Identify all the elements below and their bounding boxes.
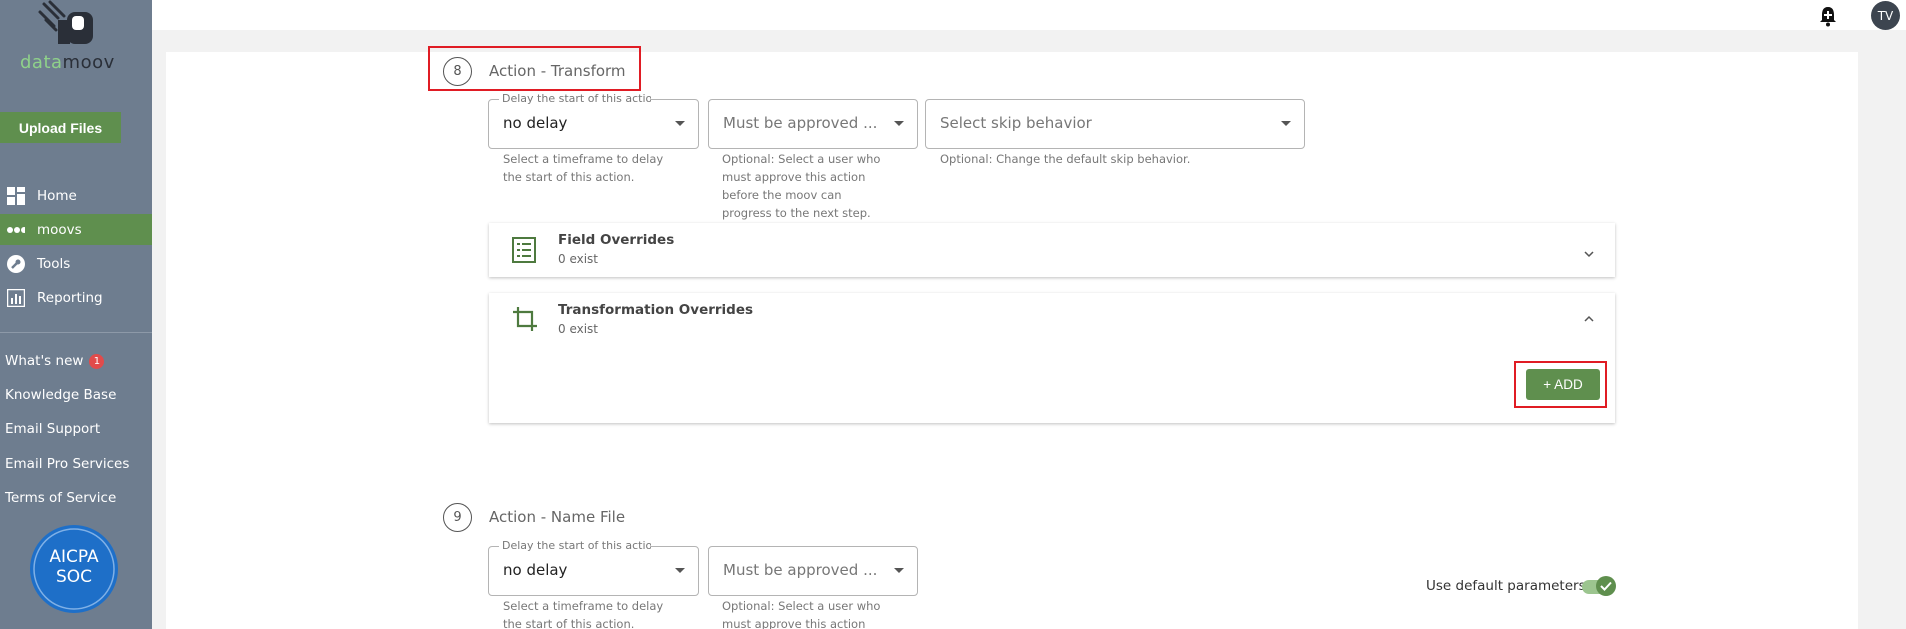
- panel-count: 0 exist: [558, 322, 599, 336]
- sidebar-item-label: Reporting: [37, 289, 103, 306]
- skip-placeholder: Select skip behavior: [940, 114, 1092, 132]
- help-line: the start of this action.: [503, 170, 635, 184]
- chevron-down-icon: [675, 121, 685, 126]
- panel-title: Field Overrides: [558, 232, 675, 248]
- delay-help-8: Select a timeframe to delay the start of…: [503, 150, 663, 186]
- approver-placeholder: Must be approved ...: [723, 114, 878, 132]
- sidebar-item-label: Home: [37, 187, 77, 204]
- help-line: must approve this action: [722, 170, 866, 184]
- sidebar-item-home[interactable]: Home: [0, 180, 152, 211]
- delay-value: no delay: [503, 114, 568, 132]
- top-bar: [152, 0, 1906, 30]
- highlight-box-add: [1514, 361, 1607, 408]
- email-pro-services-link[interactable]: Email Pro Services: [5, 456, 129, 472]
- home-grid-icon: [7, 186, 25, 205]
- notification-badge: 1: [89, 354, 105, 369]
- chevron-down-icon: [1281, 121, 1291, 126]
- delay-legend: Delay the start of this action: [499, 92, 651, 105]
- help-line: Optional: Select a user who: [722, 599, 881, 613]
- chevron-down-icon: [894, 568, 904, 573]
- step-title-9: Action - Name File: [489, 508, 626, 526]
- help-line: before the moov can: [722, 188, 842, 202]
- toggle-check-icon[interactable]: [1596, 576, 1616, 596]
- sidebar-item-reporting[interactable]: Reporting: [0, 282, 152, 313]
- skip-help-8: Optional: Change the default skip behavi…: [940, 152, 1191, 166]
- delay-select-8[interactable]: Delay the start of this action no delay: [488, 92, 699, 149]
- soc-line1: AICPA: [49, 547, 99, 567]
- help-line: Select a timeframe to delay: [503, 599, 664, 613]
- sidebar-item-tools[interactable]: Tools: [0, 248, 152, 279]
- chevron-up-icon[interactable]: [1583, 310, 1595, 322]
- delay-value: no delay: [503, 561, 568, 579]
- whats-new-link[interactable]: What's new 1: [5, 353, 105, 369]
- sidebar-item-label: moovs: [37, 221, 82, 238]
- transformation-overrides-panel: Transformation Overrides 0 exist: [489, 293, 1615, 423]
- delay-legend: Delay the start of this action: [499, 539, 651, 552]
- chevron-down-icon[interactable]: [1583, 245, 1595, 258]
- sidebar-divider: [0, 332, 152, 333]
- moovs-dots-icon: [7, 221, 25, 239]
- approver-help-8: Optional: Select a user who must approve…: [722, 150, 880, 222]
- delay-select-9[interactable]: Delay the start of this action no delay: [488, 539, 699, 596]
- help-line: must approve this action: [722, 617, 866, 629]
- skip-behavior-select-8[interactable]: Select skip behavior: [925, 99, 1305, 149]
- panel-title: Transformation Overrides: [558, 302, 754, 318]
- help-line: progress to the next step.: [722, 206, 871, 220]
- logo-text-green: data: [20, 52, 63, 73]
- approver-placeholder: Must be approved ...: [723, 561, 878, 579]
- panel-count: 0 exist: [558, 252, 599, 266]
- help-line: Optional: Select a user who: [722, 152, 881, 166]
- wrench-icon: [7, 254, 25, 273]
- help-line: Select a timeframe to delay: [503, 152, 664, 166]
- sidebar-item-moovs[interactable]: moovs: [0, 214, 152, 245]
- delay-help-9: Select a timeframe to delay the start of…: [503, 597, 663, 629]
- avatar[interactable]: TV: [1871, 1, 1900, 30]
- sidebar-item-label: Tools: [37, 255, 71, 272]
- terms-of-service-link[interactable]: Terms of Service: [5, 490, 116, 506]
- crop-icon: [511, 305, 539, 333]
- use-default-parameters-label: Use default parameters: [1426, 578, 1586, 594]
- chart-icon: [7, 288, 25, 307]
- step-number-9: 9: [443, 503, 472, 532]
- chevron-down-icon: [675, 568, 685, 573]
- soc-line2: SOC: [55, 567, 93, 587]
- aicpa-soc-badge: AICPA SOC: [30, 525, 118, 613]
- highlight-box-step8: [428, 46, 641, 91]
- upload-files-button[interactable]: Upload Files: [0, 112, 121, 143]
- email-support-link[interactable]: Email Support: [5, 421, 100, 437]
- chevron-down-icon: [894, 121, 904, 126]
- approver-help-9: Optional: Select a user who must approve…: [722, 597, 880, 629]
- approver-select-8[interactable]: Must be approved ...: [708, 99, 918, 149]
- logo-text-dark: moov: [62, 52, 115, 73]
- help-line: the start of this action.: [503, 617, 635, 629]
- bell-plus-icon[interactable]: [1818, 5, 1838, 27]
- list-icon: [511, 236, 539, 264]
- field-overrides-panel[interactable]: Field Overrides 0 exist: [489, 223, 1615, 277]
- whats-new-label: What's new: [5, 353, 84, 369]
- logo-text: datamoov: [20, 52, 115, 73]
- knowledge-base-link[interactable]: Knowledge Base: [5, 387, 116, 403]
- approver-select-9[interactable]: Must be approved ...: [708, 546, 918, 596]
- datamoov-logo[interactable]: datamoov: [0, 0, 152, 78]
- sidebar: datamoov Upload Files Home moovs Tools R…: [0, 0, 152, 629]
